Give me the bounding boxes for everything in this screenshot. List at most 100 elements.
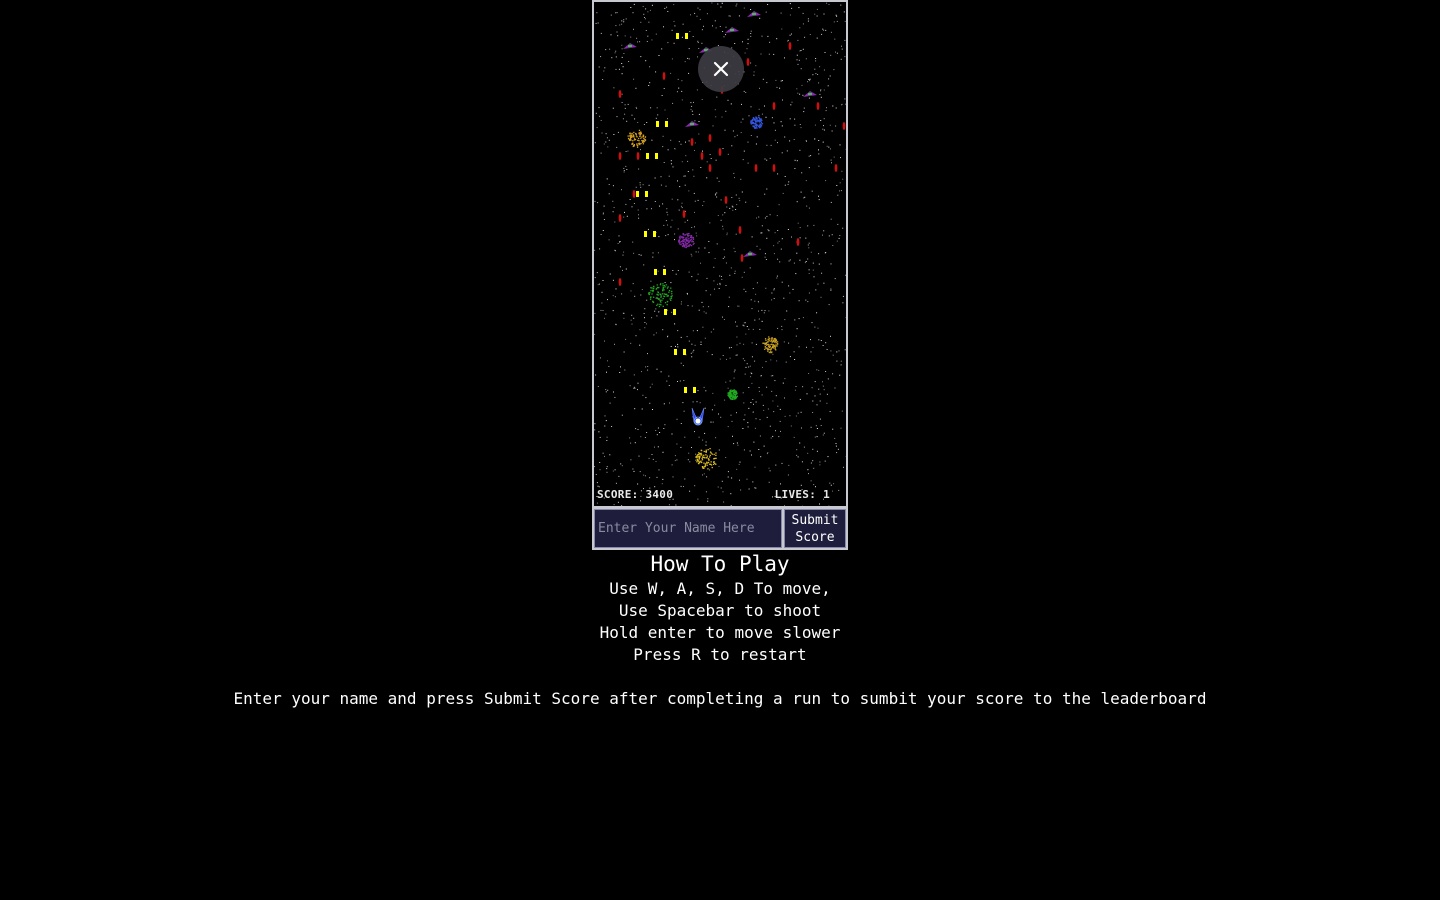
explosion-particle [631,142,634,145]
star [779,420,781,422]
star [708,306,710,308]
star [795,273,797,275]
star [826,393,828,395]
star [757,205,759,207]
star [804,262,806,264]
star [732,130,734,132]
star [605,141,607,143]
star [616,12,618,14]
star [737,444,739,446]
explosion-particle [688,237,690,239]
submit-score-button[interactable]: Submit Score [784,509,846,548]
star [754,319,756,321]
star [598,283,600,285]
star [814,326,816,328]
explosion-particle [638,140,640,142]
star [666,211,668,213]
explosion-particle [707,468,709,470]
star [742,159,744,161]
explosion-particle [766,344,768,346]
explosion-particle [706,464,708,466]
star [727,153,729,155]
star [832,428,834,430]
star [722,31,724,32]
star [760,375,762,377]
star [712,125,714,127]
star [835,51,836,53]
star [809,80,811,82]
explosion-particle [736,395,738,397]
star [661,95,663,96]
star [752,481,754,483]
star [673,4,675,6]
star [819,393,821,395]
explosion-particle [704,465,706,468]
explosion-particle [701,461,703,464]
star [621,20,623,22]
star [751,236,753,238]
explosion-particle [735,393,737,395]
star [814,436,816,438]
star [710,294,712,296]
star [809,78,811,80]
star [800,484,802,486]
explosion-particle [693,242,695,245]
star [667,214,669,216]
star [655,332,657,334]
star [713,280,715,282]
star [613,134,615,135]
star [747,38,749,40]
explosion-particle [764,338,767,340]
star [763,445,765,447]
enemy-bullet [796,238,800,246]
star [825,180,827,182]
explosion-particle [732,389,734,392]
explosion-particle [776,342,779,345]
enemy-bullet [718,148,722,156]
star [827,456,829,458]
star [782,99,783,101]
explosion-particle [702,456,704,459]
star [810,351,812,353]
close-button[interactable] [698,46,744,92]
star [641,408,643,410]
star [796,59,798,61]
star [691,343,693,345]
star [687,57,689,59]
explosion-particle [691,237,693,239]
star [830,335,831,337]
star [709,469,711,471]
star [736,134,738,136]
star [807,469,809,471]
star [692,114,694,115]
star [814,124,816,126]
explosion-particle [651,293,653,295]
star [805,180,807,182]
star [755,143,757,145]
explosion-particle [701,459,704,461]
star [680,485,682,487]
star [830,201,832,203]
explosion-particle [755,126,757,128]
star [594,249,596,251]
player-name-input[interactable] [594,509,782,548]
star [623,251,625,253]
star [766,188,768,190]
enemy-bullet [618,278,622,286]
explosion-particle [706,455,708,457]
game-canvas[interactable]: SCORE: 3400 LIVES: 1 [592,0,848,508]
star [765,259,767,260]
star [764,158,766,160]
explosion-particle [640,137,642,139]
star [832,354,834,356]
star [698,48,700,49]
star [647,11,649,13]
star [722,257,724,259]
star [633,252,635,254]
enemy-bullet [772,102,776,110]
star [652,252,654,254]
star [650,107,652,109]
star [768,310,770,312]
star [812,460,814,462]
star [801,84,803,86]
